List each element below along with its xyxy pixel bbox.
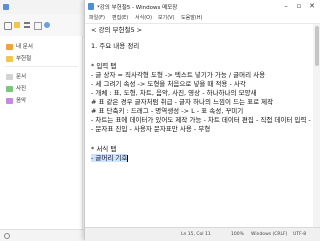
settings-icon[interactable] bbox=[4, 233, 10, 239]
sidebar-item[interactable]: 문서 bbox=[6, 72, 26, 80]
menu-file[interactable]: 파일(F) bbox=[89, 14, 105, 21]
text-line: < 강의 부헌철5 > bbox=[91, 26, 143, 34]
scrollbar-thumb[interactable] bbox=[315, 26, 319, 66]
app-logo-icon bbox=[3, 4, 9, 10]
background-sidebar: 내 문서 부헌철 문서 사진 음악 bbox=[0, 36, 83, 229]
text-line: # 표 같은 경우 글자처럼 취급 - 글자 하나의 느낌이 드는 표로 제작 bbox=[91, 98, 274, 106]
sidebar-item[interactable]: 음악 bbox=[6, 96, 26, 104]
music-icon bbox=[6, 97, 13, 104]
info-icon[interactable] bbox=[44, 22, 50, 28]
text-line: # 표 단축키 : 드래그 - 명역생성 -> L - 표 속성, 꾸미기 bbox=[91, 107, 244, 115]
text-line: - 문자표 진입 - 사용자 문자표만 사용 - 무형 bbox=[91, 125, 211, 133]
text-line-current: - 글머리 기호 bbox=[91, 154, 129, 163]
notepad-titlebar[interactable]: *강의 부헌철5 - Windows 메모장 – ▫ ✕ bbox=[85, 0, 320, 13]
menu-bar: 파일(F) 편집(E) 서식(O) 보기(V) 도움말(H) bbox=[85, 13, 320, 24]
cursor-position: Ln 15, Col 11 bbox=[181, 232, 211, 237]
document-icon bbox=[6, 73, 13, 80]
minimize-button[interactable]: – bbox=[281, 2, 291, 11]
text-line: - 개체 : 표, 도형, 차트, 음악, 사진, 영상 - 하나하나의 모양새 bbox=[91, 89, 257, 97]
notepad-window: *강의 부헌철5 - Windows 메모장 – ▫ ✕ 파일(F) 편집(E)… bbox=[84, 0, 320, 241]
vertical-scrollbar[interactable] bbox=[313, 24, 320, 227]
text-line: - 글 상자 = 직사각형 도형 -> 텍스트 넣기가 가능 / 글머리 사용 bbox=[91, 71, 266, 79]
selected-text: - 글머리 기호 bbox=[91, 154, 128, 162]
status-bar: Ln 15, Col 11 100% Windows (CRLF) UTF-8 bbox=[85, 227, 320, 241]
menu-edit[interactable]: 편집(E) bbox=[112, 14, 128, 21]
sidebar-item-label: 부헌철 bbox=[16, 56, 32, 62]
text-editor-area[interactable]: < 강의 부헌철5 > 1. 주요 내용 정리 * 입력 탭 - 글 상자 = … bbox=[85, 24, 320, 227]
sidebar-divider bbox=[4, 66, 78, 67]
line-ending: Windows (CRLF) bbox=[251, 232, 288, 237]
folder-icon[interactable] bbox=[14, 22, 20, 28]
zoom-level: 100% bbox=[231, 232, 244, 237]
text-line: * 입력 탭 bbox=[91, 62, 117, 70]
home-icon bbox=[6, 43, 13, 50]
sidebar-item-label: 사진 bbox=[16, 86, 27, 92]
window-title: *강의 부헌철5 - Windows 메모장 bbox=[97, 5, 178, 11]
sidebar-item[interactable]: 부헌철 bbox=[6, 54, 31, 62]
text-line: - 세 그려기 속성 -> 도형을 처음으로 넣을 때 적용 - 사각 bbox=[91, 80, 246, 88]
sidebar-item-label: 문서 bbox=[16, 74, 27, 80]
text-caret bbox=[127, 154, 129, 162]
text-line: 1. 주요 내용 정리 bbox=[91, 42, 140, 50]
photo-icon bbox=[6, 85, 13, 92]
sidebar-item[interactable]: 사진 bbox=[6, 84, 26, 92]
folder-icon bbox=[6, 55, 13, 62]
text-line: - 차트는 표에 데이터가 있어도 제작 가능 - 차트 데이터 편집 - 직접… bbox=[91, 116, 320, 124]
sidebar-item-label: 음악 bbox=[16, 98, 27, 104]
menu-format[interactable]: 서식(O) bbox=[135, 14, 152, 21]
close-button[interactable]: ✕ bbox=[307, 2, 317, 11]
menu-help[interactable]: 도움말(H) bbox=[181, 14, 202, 21]
list-icon[interactable] bbox=[24, 22, 30, 28]
back-icon[interactable] bbox=[4, 22, 12, 30]
notepad-app-icon bbox=[88, 3, 94, 10]
sidebar-item[interactable]: 내 문서 bbox=[6, 42, 33, 50]
encoding: UTF-8 bbox=[293, 232, 307, 237]
grid-icon[interactable] bbox=[34, 22, 42, 30]
menu-view[interactable]: 보기(V) bbox=[158, 14, 175, 21]
maximize-button[interactable]: ▫ bbox=[294, 2, 304, 11]
sidebar-item-label: 내 문서 bbox=[16, 44, 33, 50]
text-line: * 서식 탭 bbox=[91, 145, 117, 153]
